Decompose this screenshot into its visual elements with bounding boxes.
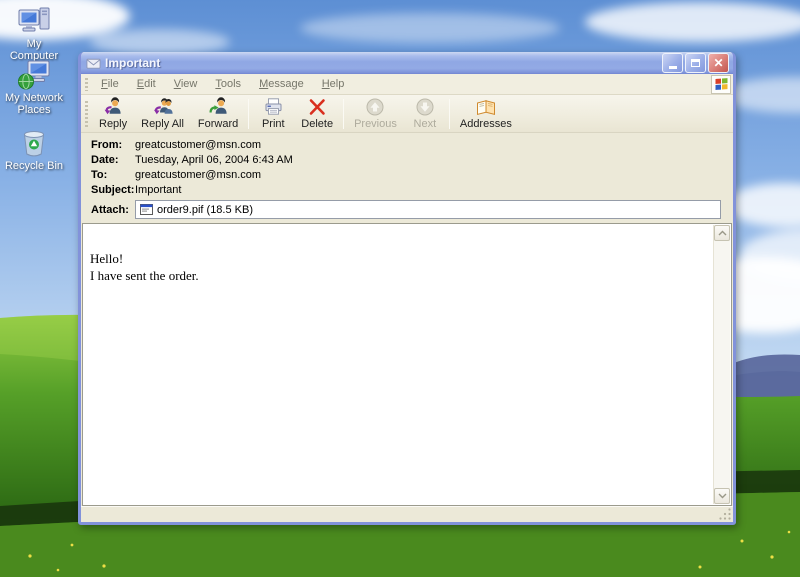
forward-label: Forward	[197, 117, 239, 130]
header-row-attach: Attach: order9.pif (18.5 KB)	[91, 200, 721, 219]
windows-flag-logo	[711, 74, 731, 94]
toolbar-separator	[343, 98, 345, 129]
from-label: From:	[91, 139, 123, 151]
my-computer-icon	[18, 7, 50, 32]
delete-button[interactable]: Delete	[294, 95, 340, 133]
desktop: My Computer My Network Places Recycle Bi…	[0, 0, 800, 577]
windows-flag-icon	[715, 77, 727, 90]
header-row-date: Date: Tuesday, April 06, 2004 6:43 AM	[91, 153, 721, 168]
desktop-icon-my-network-places[interactable]: My Network Places	[2, 60, 66, 116]
reply-icon	[102, 96, 124, 117]
attachment-field[interactable]: order9.pif (18.5 KB)	[135, 200, 721, 219]
menu-item-message[interactable]: Message	[250, 76, 313, 92]
menu-item-help[interactable]: Help	[313, 76, 354, 92]
attachment-name: order9.pif (18.5 KB)	[157, 203, 253, 216]
maximize-icon	[691, 59, 700, 67]
next-button: Next	[404, 95, 446, 133]
titlebar[interactable]: Important ✕	[81, 52, 733, 74]
attach-label: Attach:	[91, 203, 129, 216]
header-row-subject: Subject: Important	[91, 183, 721, 198]
next-label: Next	[413, 117, 437, 130]
message-header-pane: From: greatcustomer@msn.com Date: Tuesda…	[81, 133, 733, 223]
scroll-up-button[interactable]	[714, 225, 730, 241]
reply-all-icon	[151, 97, 175, 117]
toolbar-separator	[448, 98, 450, 129]
close-icon: ✕	[713, 56, 724, 70]
header-row-to: To: greatcustomer@msn.com	[91, 168, 721, 183]
toolbar-separator	[248, 98, 250, 129]
message-body[interactable]: Hello! I have sent the order.	[82, 223, 732, 506]
print-icon	[263, 97, 284, 117]
desktop-icon-label: My Computer	[9, 38, 59, 62]
attachment-pif-icon	[140, 204, 153, 215]
addresses-label: Addresses	[459, 117, 512, 130]
forward-button[interactable]: Forward	[191, 95, 245, 133]
delete-icon	[307, 97, 327, 117]
date-label: Date:	[91, 154, 119, 166]
previous-button: Previous	[347, 95, 404, 133]
desktop-icon-label: My Network Places	[4, 92, 64, 116]
toolbar: Reply Reply All Forward Print Delete Pre…	[81, 95, 733, 133]
scroll-down-button[interactable]	[714, 488, 730, 504]
subject-value: Important	[135, 184, 182, 196]
previous-icon	[365, 97, 385, 117]
menu-bar: File Edit View Tools Message Help	[81, 74, 733, 95]
addresses-icon	[475, 97, 497, 117]
date-value: Tuesday, April 06, 2004 6:43 AM	[135, 154, 293, 166]
toolbar-grip[interactable]	[85, 100, 88, 127]
scrollbar-track[interactable]	[714, 241, 730, 488]
menu-item-view[interactable]: View	[165, 76, 207, 92]
body-line-1: Hello!	[90, 251, 124, 266]
reply-all-button[interactable]: Reply All	[134, 95, 191, 133]
desktop-icon-label: Recycle Bin	[4, 160, 64, 172]
print-button[interactable]: Print	[252, 95, 294, 133]
to-label: To:	[91, 169, 108, 181]
addresses-button[interactable]: Addresses	[453, 95, 519, 133]
maximize-button[interactable]	[685, 53, 706, 73]
chevron-up-icon	[718, 230, 726, 236]
my-network-places-icon	[18, 60, 50, 90]
header-row-from: From: greatcustomer@msn.com	[91, 138, 721, 153]
from-value: greatcustomer@msn.com	[135, 139, 262, 151]
subject-label: Subject:	[91, 184, 135, 196]
desktop-icon-recycle-bin[interactable]: Recycle Bin	[2, 128, 66, 172]
email-window: Important ✕ File Edit View Tools Message…	[78, 52, 736, 525]
envelope-icon	[86, 58, 101, 69]
next-icon	[415, 97, 435, 117]
menu-item-file[interactable]: File	[92, 76, 128, 92]
window-title: Important	[105, 56, 161, 70]
reply-all-label: Reply All	[141, 117, 184, 130]
body-line-2: I have sent the order.	[90, 268, 199, 283]
reply-button[interactable]: Reply	[92, 95, 134, 133]
close-button[interactable]: ✕	[708, 53, 729, 73]
body-text: Hello! I have sent the order.	[83, 224, 731, 292]
status-bar	[81, 506, 733, 522]
reply-label: Reply	[99, 117, 128, 130]
forward-icon	[207, 96, 229, 117]
menu-grip[interactable]	[85, 77, 88, 91]
chevron-down-icon	[718, 493, 726, 499]
minimize-button[interactable]	[662, 53, 683, 73]
print-label: Print	[261, 117, 285, 130]
delete-label: Delete	[301, 117, 334, 130]
menu-item-edit[interactable]: Edit	[128, 76, 165, 92]
to-value: greatcustomer@msn.com	[135, 169, 262, 181]
minimize-icon	[668, 66, 677, 69]
vertical-scrollbar[interactable]	[713, 225, 730, 504]
menu-item-tools[interactable]: Tools	[206, 76, 250, 92]
resize-grip[interactable]	[719, 508, 732, 521]
previous-label: Previous	[354, 117, 397, 130]
recycle-bin-icon	[23, 131, 45, 157]
desktop-icon-my-computer[interactable]: My Computer	[2, 6, 66, 62]
